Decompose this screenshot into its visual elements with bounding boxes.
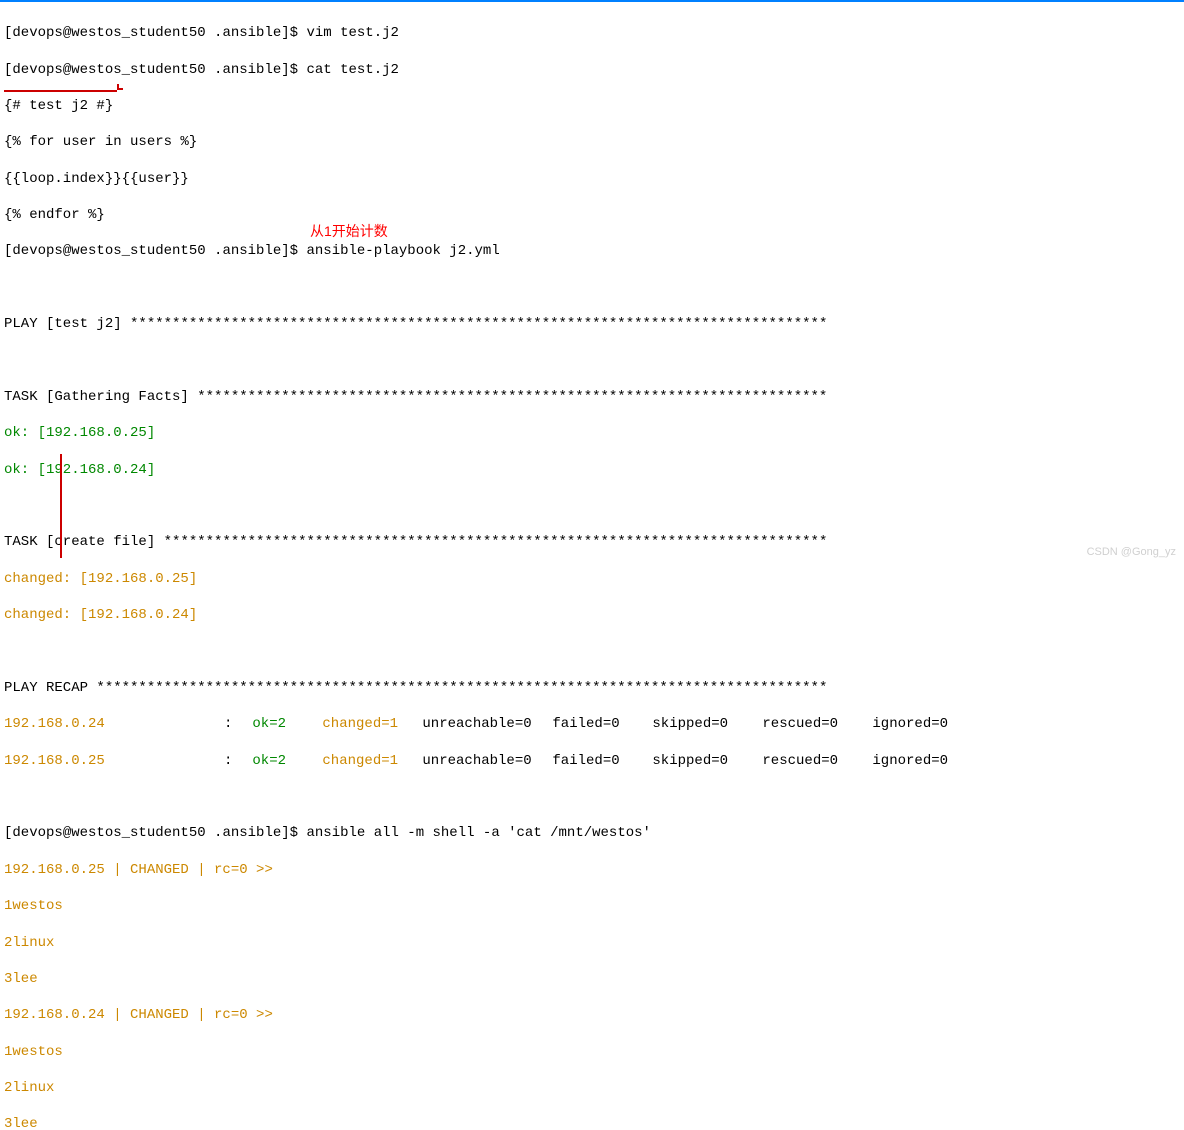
cmd-line: [devops@westos_student50 .ansible]$ vim …	[4, 24, 1180, 42]
annotation-underline	[4, 90, 117, 92]
shell-host-header: 192.168.0.25 | CHANGED | rc=0 >>	[4, 861, 1180, 879]
watermark-text: CSDN @Gong_yz	[1087, 545, 1176, 559]
terminal-output: [devops@westos_student50 .ansible]$ vim …	[4, 6, 1180, 1130]
file-content: {{loop.index}}{{user}}	[4, 170, 1180, 188]
task-result-ok: ok: [192.168.0.24]	[4, 461, 1180, 479]
shell-output-line: 2linux	[4, 1079, 1180, 1097]
recap-header: PLAY RECAP *****************************…	[4, 679, 1180, 697]
task-header: TASK [create file] *********************…	[4, 533, 1180, 551]
shell-output-line: 3lee	[4, 970, 1180, 988]
file-content: {% endfor %}	[4, 206, 1180, 224]
cmd-line: [devops@westos_student50 .ansible]$ cat …	[4, 61, 1180, 79]
play-header: PLAY [test j2] *************************…	[4, 315, 1180, 333]
shell-output-line: 3lee	[4, 1115, 1180, 1130]
recap-row: 192.168.0.25: ok=2changed=1unreachable=0…	[4, 752, 1180, 770]
recap-row: 192.168.0.24: ok=2changed=1unreachable=0…	[4, 715, 1180, 733]
cmd-line: [devops@westos_student50 .ansible]$ ansi…	[4, 824, 1180, 842]
annotation-hook	[117, 84, 123, 90]
shell-output-line: 2linux	[4, 934, 1180, 952]
task-result-changed: changed: [192.168.0.24]	[4, 606, 1180, 624]
task-result-changed: changed: [192.168.0.25]	[4, 570, 1180, 588]
shell-output-line: 1westos	[4, 1043, 1180, 1061]
file-content: {% for user in users %}	[4, 133, 1180, 151]
annotation-vline	[60, 454, 62, 558]
task-header: TASK [Gathering Facts] *****************…	[4, 388, 1180, 406]
cmd-line: [devops@westos_student50 .ansible]$ ansi…	[4, 242, 1180, 260]
file-content: {# test j2 #}	[4, 97, 1180, 115]
shell-host-header: 192.168.0.24 | CHANGED | rc=0 >>	[4, 1006, 1180, 1024]
task-result-ok: ok: [192.168.0.25]	[4, 424, 1180, 442]
annotation-text: 从1开始计数	[310, 222, 388, 240]
shell-output-line: 1westos	[4, 897, 1180, 915]
